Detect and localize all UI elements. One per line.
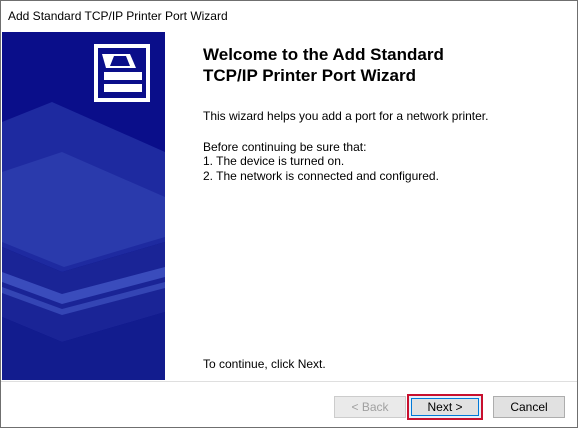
title-bar: Add Standard TCP/IP Printer Port Wizard	[1, 1, 577, 31]
printer-illustration	[2, 44, 165, 380]
wizard-side-panel	[2, 32, 165, 380]
printer-port-wizard-icon	[94, 44, 150, 102]
before-continuing-label: Before continuing be sure that:	[203, 140, 367, 154]
requirement-item: 2. The network is connected and configur…	[203, 169, 439, 183]
back-button[interactable]: < Back	[334, 396, 406, 418]
next-button-highlight[interactable]: Next >	[407, 394, 483, 420]
next-button[interactable]: Next >	[411, 398, 479, 416]
requirement-item: 1. The device is turned on.	[203, 154, 345, 168]
footer-divider	[1, 381, 577, 382]
cancel-button[interactable]: Cancel	[493, 396, 565, 418]
window-title: Add Standard TCP/IP Printer Port Wizard	[8, 9, 228, 23]
wizard-heading: Welcome to the Add Standard TCP/IP Print…	[203, 45, 444, 85]
intro-text: This wizard helps you add a port for a n…	[203, 109, 489, 123]
wizard-window: Add Standard TCP/IP Printer Port Wizard …	[0, 0, 578, 428]
continue-instruction: To continue, click Next.	[203, 357, 326, 371]
